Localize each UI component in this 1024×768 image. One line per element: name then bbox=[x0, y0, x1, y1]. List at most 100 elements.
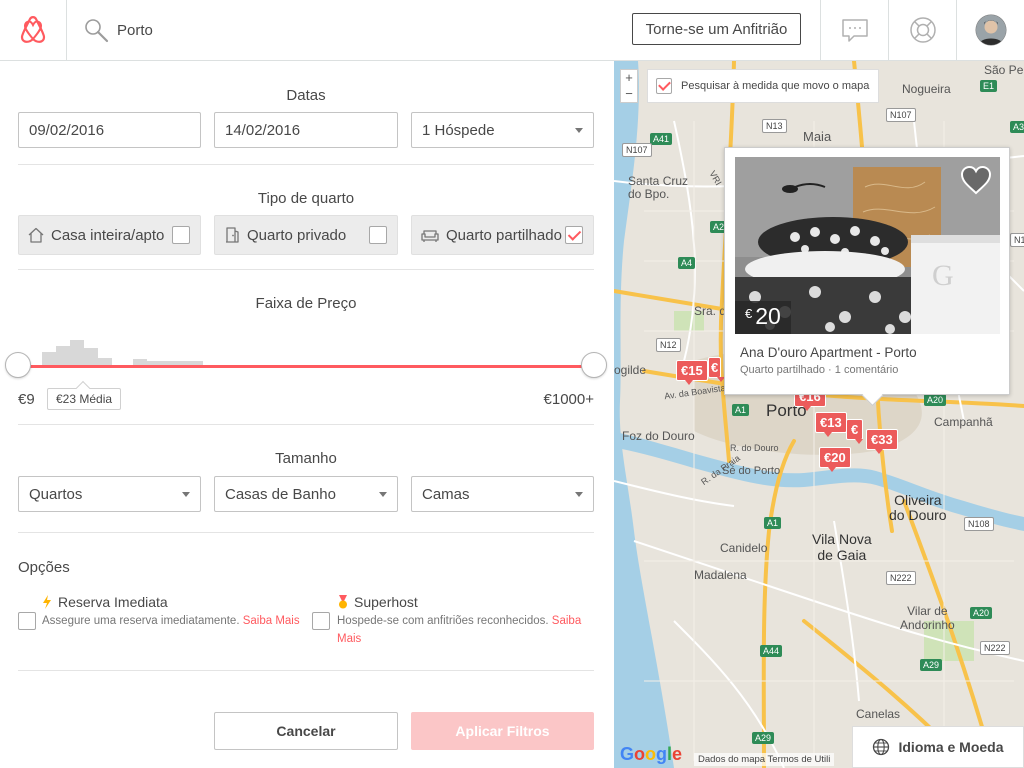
divider bbox=[18, 164, 594, 165]
map-label-oliveira: Oliveira do Douro bbox=[889, 492, 947, 523]
couch-icon bbox=[420, 226, 440, 244]
listing-price-amount: 20 bbox=[755, 303, 781, 329]
divider bbox=[18, 532, 594, 533]
zoom-in-button[interactable]: + bbox=[625, 71, 633, 84]
map-label-r-douro: R. do Douro bbox=[730, 443, 779, 453]
road-tag: A20 bbox=[924, 394, 947, 406]
zoom-out-button[interactable]: − bbox=[625, 87, 633, 100]
superhost-badge-icon bbox=[339, 594, 347, 608]
listing-photo[interactable]: G € 20 bbox=[735, 157, 1000, 334]
bedrooms-value: Quartos bbox=[29, 485, 83, 503]
divider bbox=[18, 670, 594, 671]
checkout-input[interactable]: 14/02/2016 bbox=[214, 112, 398, 148]
road-tag: A1 bbox=[764, 517, 782, 529]
room-type-label: Casa inteira/apto bbox=[51, 226, 165, 244]
google-logo: Google bbox=[620, 744, 683, 764]
price-range-title: Faixa de Preço bbox=[255, 295, 357, 312]
map-label-maia: Maia bbox=[803, 129, 832, 144]
beds-select[interactable]: Camas bbox=[411, 476, 594, 512]
road-tag: A29 bbox=[920, 659, 943, 671]
instant-book-title: Reserva Imediata bbox=[42, 594, 168, 610]
options-title: Opções bbox=[18, 559, 70, 576]
map-label-gogilde: ogilde bbox=[614, 363, 647, 377]
chevron-down-icon bbox=[379, 492, 387, 497]
price-slider-track[interactable] bbox=[18, 365, 594, 368]
room-type-private-room[interactable]: Quarto privado bbox=[214, 215, 398, 255]
chevron-down-icon bbox=[575, 128, 583, 133]
search-as-map-moves-checkbox[interactable] bbox=[656, 78, 672, 94]
listing-price-currency: € bbox=[745, 306, 753, 321]
map-label-sao-pedro: São Pe bbox=[984, 63, 1024, 77]
room-type-shared-room[interactable]: Quarto partilhado bbox=[411, 215, 594, 255]
room-type-label: Quarto partilhado bbox=[446, 226, 562, 244]
help-button[interactable] bbox=[888, 0, 956, 60]
airbnb-logo-icon bbox=[20, 16, 46, 43]
road-tag: A1 bbox=[732, 404, 750, 416]
filter-panel: Datas 09/02/2016 14/02/2016 1 Hóspede Ti… bbox=[0, 61, 614, 768]
price-max-label: €1000+ bbox=[543, 391, 594, 408]
checkin-input[interactable]: 09/02/2016 bbox=[18, 112, 201, 148]
road-tag: A20 bbox=[970, 607, 993, 619]
map-price-pin[interactable]: €13 bbox=[815, 412, 847, 437]
road-tag: N1 bbox=[1010, 233, 1024, 247]
airbnb-logo[interactable] bbox=[0, 0, 67, 60]
superhost-label: Superhost bbox=[354, 594, 418, 610]
instant-book-checkbox[interactable] bbox=[18, 612, 36, 630]
search-icon bbox=[85, 19, 109, 43]
user-menu[interactable] bbox=[956, 0, 1024, 60]
home-icon bbox=[27, 226, 45, 244]
map-price-pin[interactable]: € bbox=[708, 357, 726, 382]
room-type-entire-home[interactable]: Casa inteira/apto bbox=[18, 215, 201, 255]
listing-subtitle: Quarto partilhado · 1 comentário bbox=[740, 364, 899, 376]
instant-book-learn-more-link[interactable]: Saiba Mais bbox=[243, 615, 300, 627]
price-min-handle[interactable] bbox=[5, 352, 31, 378]
guests-value: 1 Hóspede bbox=[422, 121, 495, 139]
map-label-canelas: Canelas bbox=[856, 707, 901, 721]
price-max-handle[interactable] bbox=[581, 352, 607, 378]
map-price-pin[interactable]: €15 bbox=[676, 360, 708, 385]
map-label-santa-cruz: Santa Cruz do Bpo. bbox=[628, 174, 689, 201]
map-label-madalena: Madalena bbox=[694, 568, 747, 582]
bathrooms-value: Casas de Banho bbox=[225, 485, 336, 503]
heart-icon[interactable] bbox=[960, 165, 992, 195]
map-label-campanha: Campanhã bbox=[934, 415, 993, 429]
cancel-button[interactable]: Cancelar bbox=[214, 712, 398, 750]
map-price-pin[interactable]: €20 bbox=[819, 447, 851, 472]
entire-home-checkbox[interactable] bbox=[172, 226, 190, 244]
bathrooms-select[interactable]: Casas de Banho bbox=[214, 476, 398, 512]
road-tag: N108 bbox=[964, 517, 994, 531]
road-tag: N107 bbox=[622, 143, 652, 157]
messages-button[interactable] bbox=[820, 0, 888, 60]
map-attribution[interactable]: Dados do mapa Termos de Utili bbox=[694, 753, 835, 766]
price-min-label: €9 bbox=[18, 391, 35, 408]
map-panel[interactable]: São Pe Nogueira Maia Santa Cruz do Bpo. … bbox=[614, 61, 1024, 768]
superhost-checkbox[interactable] bbox=[312, 612, 330, 630]
road-tag: E1 bbox=[980, 80, 998, 92]
guests-select[interactable]: 1 Hóspede bbox=[411, 112, 594, 148]
location-search[interactable]: Porto bbox=[67, 0, 153, 60]
listing-card[interactable]: G € 20 Ana D'ouro Apartment - Porto Quar… bbox=[724, 147, 1010, 395]
private-room-checkbox[interactable] bbox=[369, 226, 387, 244]
search-input[interactable]: Porto bbox=[117, 22, 153, 39]
language-currency-button[interactable]: Idioma e Moeda bbox=[852, 726, 1024, 768]
avatar bbox=[975, 14, 1006, 46]
map-price-pin[interactable]: €33 bbox=[866, 429, 898, 454]
listing-title[interactable]: Ana D'ouro Apartment - Porto bbox=[740, 345, 917, 360]
language-currency-label: Idioma e Moeda bbox=[898, 739, 1004, 755]
map-label-nogueira: Nogueira bbox=[902, 82, 951, 96]
svg-text:G: G bbox=[932, 259, 954, 292]
road-tag: A44 bbox=[760, 645, 783, 657]
globe-icon bbox=[872, 738, 890, 756]
road-tag: N12 bbox=[656, 338, 681, 352]
instant-book-label: Reserva Imediata bbox=[58, 594, 168, 610]
apply-filters-button[interactable]: Aplicar Filtros bbox=[411, 712, 594, 750]
shared-room-checkbox[interactable] bbox=[565, 226, 583, 244]
bedrooms-select[interactable]: Quartos bbox=[18, 476, 201, 512]
become-host-button[interactable]: Torne-se um Anfitrião bbox=[632, 13, 801, 45]
chevron-down-icon bbox=[182, 492, 190, 497]
road-tag: A4 bbox=[678, 257, 696, 269]
superhost-title: Superhost bbox=[337, 594, 418, 610]
search-as-map-moves-toggle[interactable]: Pesquisar à medida que movo o mapa bbox=[647, 69, 880, 103]
price-average-badge: €23 Média bbox=[47, 388, 122, 410]
map-price-pin[interactable]: € bbox=[846, 419, 864, 444]
